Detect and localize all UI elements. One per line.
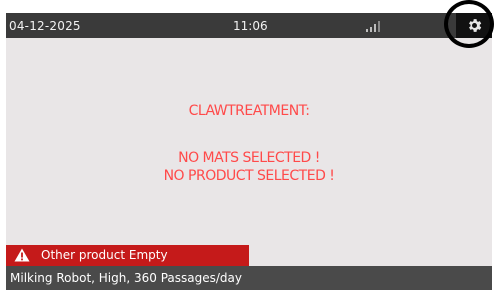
alert-banner[interactable]: Other product Empty	[6, 245, 249, 266]
highlight-circle	[444, 0, 494, 48]
footer-bar: Milking Robot, High, 360 Passages/day	[6, 266, 492, 290]
no-mats-message: NO MATS SELECTED !	[178, 150, 320, 166]
no-product-message: NO PRODUCT SELECTED !	[163, 168, 335, 184]
treatment-title: CLAWTREATMENT:	[188, 103, 310, 119]
status-time: 11:06	[233, 19, 268, 33]
device-screen: 04-12-2025 11:06 CLAWTREATMENT: NO MATS …	[6, 13, 492, 290]
signal-strength-icon	[366, 20, 384, 32]
alert-text: Other product Empty	[41, 248, 168, 262]
warning-triangle-icon	[14, 248, 30, 262]
status-date: 04-12-2025	[9, 19, 81, 33]
footer-text: Milking Robot, High, 360 Passages/day	[10, 271, 242, 285]
status-bar: 04-12-2025 11:06	[6, 13, 492, 38]
